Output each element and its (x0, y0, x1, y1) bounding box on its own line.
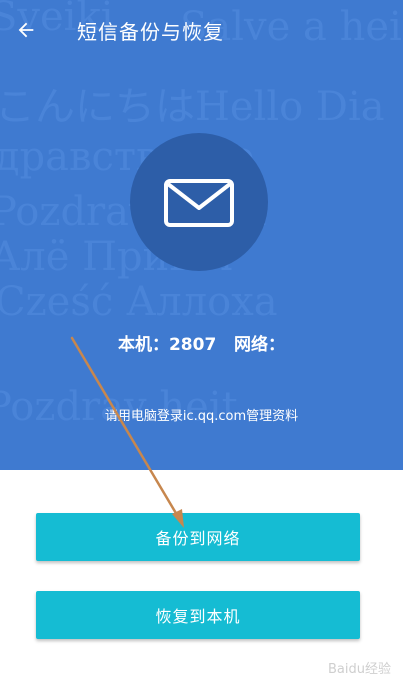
login-hint: 请用电脑登录ic.qq.com管理资料 (104, 409, 299, 424)
restore-to-local-button[interactable]: 恢复到本机 (36, 591, 360, 639)
back-button[interactable] (10, 14, 42, 46)
baidu-watermark: Baidu经验 (328, 662, 391, 677)
page-title: 短信备份与恢复 (77, 20, 224, 44)
mail-badge (130, 133, 268, 271)
local-count-label: 本机 (117, 335, 152, 355)
app-bar: 短信备份与恢复 (0, 0, 403, 60)
arrow-left-icon (18, 22, 34, 38)
bg-word: こんにちはHello Dia (0, 84, 385, 130)
backup-to-network-button[interactable]: 备份到网络 (36, 513, 360, 561)
envelope-icon (164, 179, 234, 227)
network-count-label: 网络 (234, 335, 269, 355)
bg-word: Cześć Аллоха (0, 279, 278, 325)
local-count-value: 2807 (168, 335, 217, 355)
sms-counts: 本机：2807 网络： (117, 335, 286, 355)
header-banner: Sveiki Salve a heit こんにちはHello Dia Здрав… (0, 0, 403, 470)
